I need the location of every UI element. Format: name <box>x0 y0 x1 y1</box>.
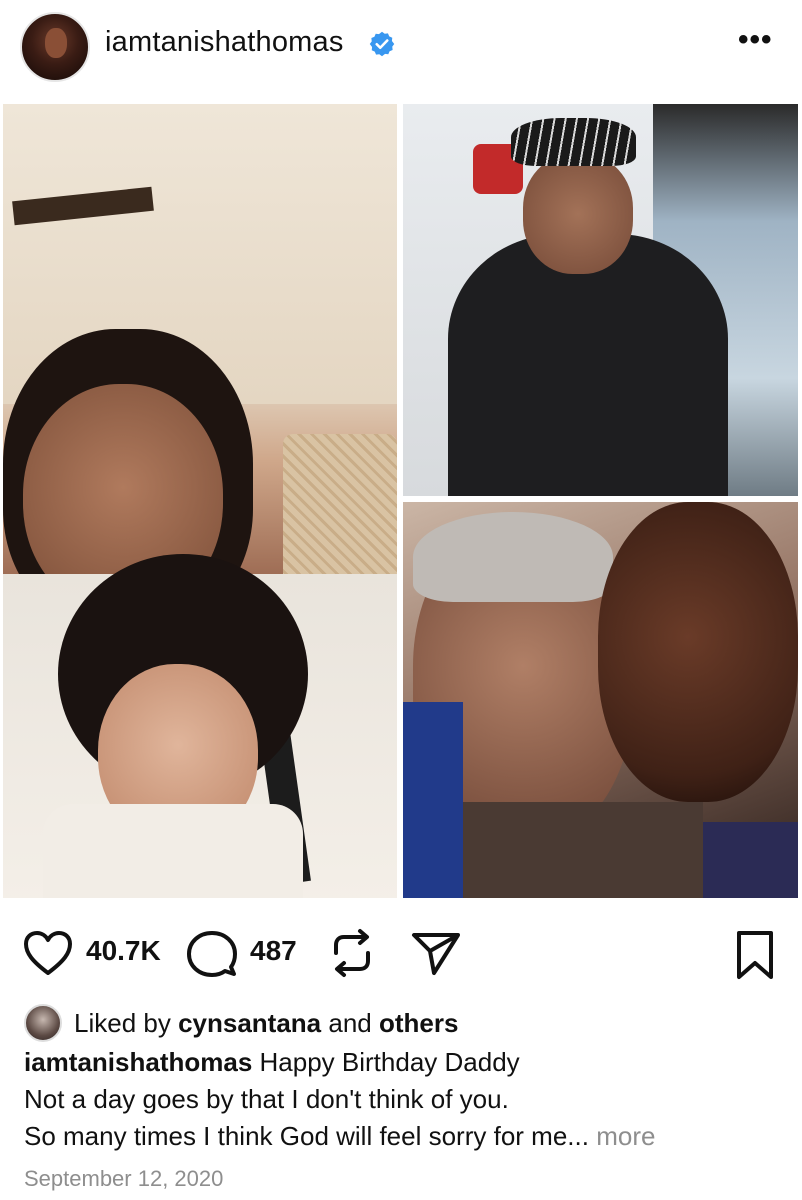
comment-icon[interactable] <box>187 929 237 979</box>
post-header: iamtanishathomas ••• <box>0 0 802 96</box>
post-date: September 12, 2020 <box>24 1166 224 1191</box>
post-media[interactable] <box>0 98 802 906</box>
photo-3[interactable] <box>403 502 798 898</box>
post-actions: 40.7K 487 <box>0 915 802 985</box>
caption-text-line2: Not a day goes by that I don't think of … <box>24 1084 509 1114</box>
username[interactable]: iamtanishathomas <box>105 26 344 59</box>
comment-count[interactable]: 487 <box>250 935 297 967</box>
verified-badge-icon <box>369 31 395 57</box>
avatar[interactable] <box>20 12 90 82</box>
caption-username[interactable]: iamtanishathomas <box>24 1047 252 1077</box>
photo-1[interactable] <box>3 104 397 898</box>
liked-by-text: Liked by cynsantana and others <box>74 1008 459 1038</box>
bookmark-icon[interactable] <box>734 929 776 981</box>
more-options-button[interactable]: ••• <box>738 25 773 55</box>
caption-text-line1: Happy Birthday Daddy <box>252 1047 520 1077</box>
liked-by-others[interactable]: others <box>379 1008 458 1038</box>
like-count[interactable]: 40.7K <box>86 935 161 967</box>
share-icon[interactable] <box>410 929 462 977</box>
caption-text-line3: So many times I think God will feel sorr… <box>24 1121 589 1151</box>
liked-by-avatar[interactable] <box>24 1004 62 1042</box>
liked-by: Liked by cynsantana and others <box>24 1002 784 1042</box>
repost-icon[interactable] <box>328 927 376 979</box>
liked-by-user[interactable]: cynsantana <box>178 1008 321 1038</box>
caption-more-link[interactable]: more <box>596 1121 655 1151</box>
post-caption: iamtanishathomas Happy Birthday Daddy No… <box>24 1044 784 1155</box>
heart-icon[interactable] <box>22 929 74 977</box>
photo-2[interactable] <box>403 104 798 496</box>
